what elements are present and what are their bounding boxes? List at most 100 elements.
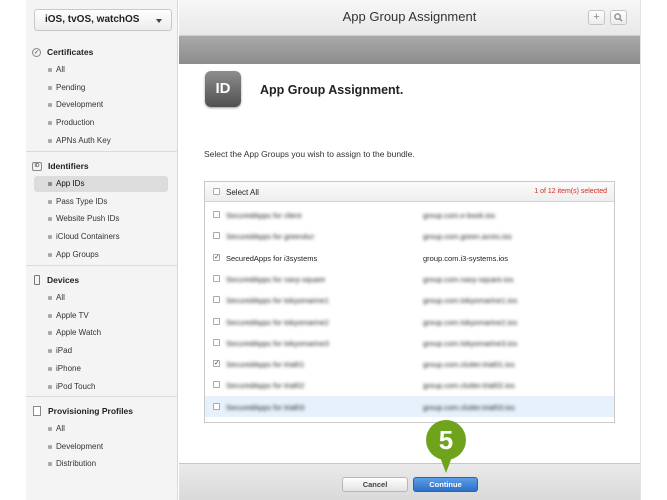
sidebar-item-app-ids[interactable]: App IDs <box>34 176 168 192</box>
page-header: App Group Assignment + <box>179 0 640 36</box>
sidebar-item-production[interactable]: Production <box>34 115 168 131</box>
app-group-identifier: group.com.navy-square.ios <box>423 274 514 284</box>
sidebar-item-label: iPod Touch <box>56 381 96 391</box>
bullet-icon <box>48 85 52 90</box>
sidebar-section-certificates[interactable]: ✓ Certificates <box>32 44 93 60</box>
app-group-name: SecuredApps for i3systems <box>226 253 318 263</box>
selected-count: 1 of 12 item(s) selected <box>534 188 607 195</box>
sidebar-section-devices[interactable]: Devices <box>32 272 79 288</box>
sidebar-item-website-push-ids[interactable]: Website Push IDs <box>34 211 168 227</box>
select-all-checkbox[interactable] <box>213 188 220 195</box>
sidebar-item-ipod-touch[interactable]: iPod Touch <box>34 379 168 395</box>
table-row[interactable]: SecuredApps for navy-square group.com.nav… <box>205 268 614 289</box>
sidebar-section-label: Certificates <box>47 47 94 57</box>
sidebar-item-label: Production <box>56 118 95 128</box>
bullet-icon <box>48 313 52 318</box>
table-row[interactable]: SecuredApps for trial02 group.com.clutter… <box>205 374 614 395</box>
sidebar-section-label: Provisioning Profiles <box>48 406 134 416</box>
sidebar-item-ipad[interactable]: iPad <box>34 343 168 359</box>
sidebar-item-label: APNs Auth Key <box>56 135 111 145</box>
row-checkbox[interactable] <box>213 274 220 282</box>
page-title: App Group Assignment. <box>260 83 404 97</box>
table-row[interactable]: SecuredApps for greenAcr group.com.green.… <box>205 225 614 246</box>
app-group-identifier: group.com.green.acres.ios <box>423 232 512 242</box>
sidebar-item-label: Pending <box>56 82 86 92</box>
search-button[interactable] <box>610 10 627 25</box>
table-header: Select All 1 of 12 item(s) selected <box>205 182 614 202</box>
sidebar-section-identifiers[interactable]: ID Identifiers <box>32 158 89 174</box>
table-row[interactable]: SecuredApps for client group.com.e-book.i… <box>205 204 614 225</box>
header-band <box>179 36 640 64</box>
page-edge <box>640 0 667 500</box>
continue-button[interactable]: Continue <box>413 477 478 492</box>
app-group-identifier: group.com.e-book.ios <box>423 211 496 220</box>
cancel-button[interactable]: Cancel <box>342 477 408 492</box>
app-group-name: SecuredApps for client <box>226 211 302 220</box>
table-row[interactable]: SecuredApps for trial03 group.com.clutter… <box>205 395 614 417</box>
sidebar-item-apple-tv[interactable]: Apple TV <box>34 308 168 324</box>
row-checkbox[interactable] <box>213 296 220 304</box>
sidebar-item-distribution[interactable]: Distribution <box>34 456 168 472</box>
row-checkbox[interactable]: ✓ <box>213 253 220 261</box>
sidebar-item-all[interactable]: All <box>34 421 168 437</box>
profile-document-icon <box>33 406 41 416</box>
sidebar-section-label: Identifiers <box>48 161 89 171</box>
sidebar-item-apple-watch[interactable]: Apple Watch <box>34 325 168 341</box>
table-row[interactable]: SecuredApps for tokyomarine1 group.com.to… <box>205 289 614 310</box>
step-callout-badge: 5 <box>426 420 466 460</box>
platform-select[interactable]: iOS, tvOS, watchOS <box>34 9 172 31</box>
device-icon <box>34 275 40 285</box>
id-badge-icon: ID <box>32 161 42 171</box>
sidebar-item-label: App IDs <box>56 179 85 188</box>
sidebar-item-pending[interactable]: Pending <box>34 80 168 96</box>
platform-select-label: iOS, tvOS, watchOS <box>45 14 140 25</box>
sidebar-divider <box>26 151 178 152</box>
sidebar-item-label: Website Push IDs <box>56 214 120 224</box>
table-row[interactable]: ✓ SecuredApps for i3systems group.com.i3-s… <box>205 247 614 268</box>
row-checkbox[interactable] <box>213 232 220 240</box>
bullet-icon <box>48 103 52 108</box>
bullet-icon <box>48 427 52 431</box>
sidebar-item-all[interactable]: All <box>34 290 168 306</box>
app-groups-table: Select All 1 of 12 item(s) selected Secu… <box>204 181 615 423</box>
sidebar-item-iphone[interactable]: iPhone <box>34 361 168 377</box>
bullet-icon <box>48 444 52 449</box>
table-row[interactable]: SecuredApps for tokyomarine2 group.com.to… <box>205 311 614 332</box>
app-group-name: SecuredApps for tokyomarine1 <box>226 296 329 306</box>
app-group-identifier: group.com.tokyomarine3.ios <box>423 338 518 348</box>
add-button[interactable]: + <box>588 10 605 25</box>
sidebar-item-development[interactable]: Development <box>34 97 168 113</box>
row-checkbox[interactable] <box>213 317 220 325</box>
sidebar-item-all[interactable]: All <box>34 62 168 78</box>
row-checkbox[interactable]: ✓ <box>213 360 220 368</box>
sidebar-divider <box>26 396 178 397</box>
row-checkbox[interactable] <box>213 211 220 218</box>
bullet-icon <box>48 121 52 126</box>
bullet-icon <box>48 68 52 72</box>
sidebar-item-label: Pass Type IDs <box>56 196 108 206</box>
sidebar-item-icloud-containers[interactable]: iCloud Containers <box>34 229 168 245</box>
sidebar-item-apns-auth-key[interactable]: APNs Auth Key <box>34 133 168 149</box>
table-row[interactable]: SecuredApps for tokyomarine3 group.com.to… <box>205 332 614 353</box>
identifier-icon: ID <box>205 71 241 107</box>
instructions-text: Select the App Groups you wish to assign… <box>204 149 415 159</box>
app-group-name: SecuredApps for navy-square <box>226 274 326 284</box>
table-row[interactable]: ✓ SecuredApps for trial01 group.com.clutte… <box>205 353 614 374</box>
sidebar-item-pass-type-ids[interactable]: Pass Type IDs <box>34 194 168 210</box>
app-group-identifier: group.com.clutter.trial01.ios <box>423 360 515 370</box>
bullet-icon <box>48 349 52 354</box>
app-group-identifier: group.com.clutter.trial03.ios <box>423 402 515 412</box>
sidebar-item-app-groups[interactable]: App Groups <box>34 247 168 263</box>
bullet-icon <box>48 252 52 257</box>
plus-icon: + <box>593 11 600 23</box>
bullet-icon <box>48 182 52 186</box>
row-checkbox[interactable] <box>213 402 220 410</box>
bullet-icon <box>48 235 52 240</box>
bullet-icon <box>48 331 52 336</box>
sidebar-section-provisioning-profiles[interactable]: Provisioning Profiles <box>32 403 133 419</box>
bullet-icon <box>48 199 52 204</box>
app-group-name: SecuredApps for greenAcr <box>226 232 315 242</box>
row-checkbox[interactable] <box>213 338 220 346</box>
row-checkbox[interactable] <box>213 381 220 389</box>
sidebar-item-development[interactable]: Development <box>34 439 168 455</box>
